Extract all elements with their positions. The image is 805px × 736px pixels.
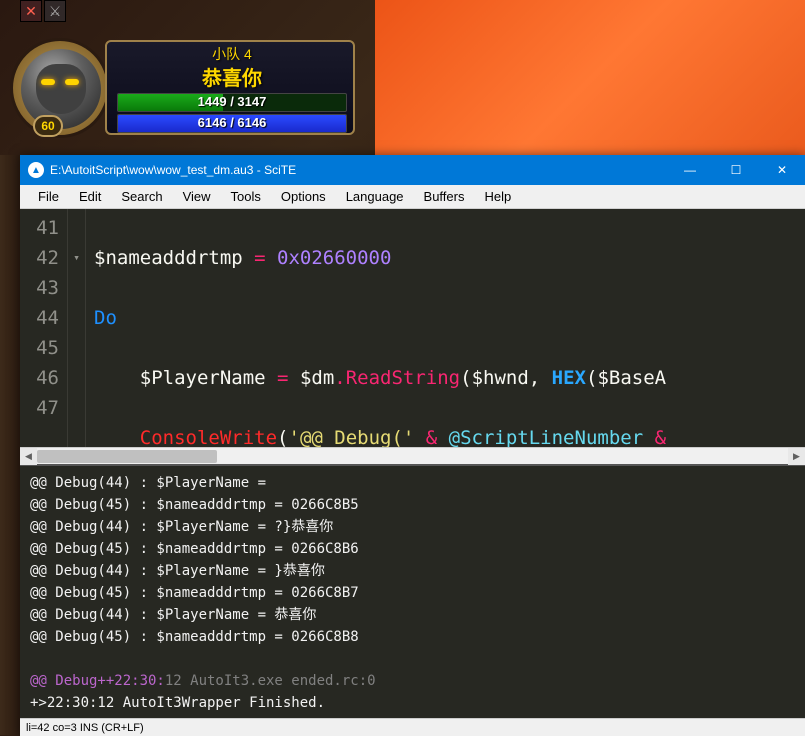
player-name: 恭喜你: [117, 62, 347, 91]
titlebar-text: E:\AutoitScript\wow\wow_test_dm.au3 - Sc…: [50, 163, 667, 177]
minimize-button[interactable]: —: [667, 155, 713, 185]
scrollbar-thumb[interactable]: [37, 450, 217, 463]
code-line[interactable]: $PlayerName = $dm.ReadString($hwnd, HEX(…: [94, 363, 805, 393]
line-num: 42: [20, 243, 59, 273]
console-line: @@ Debug(45) : $nameadddrtmp = 0266C8B8: [30, 626, 795, 648]
mp-text: 6146 / 6146: [118, 115, 346, 130]
scroll-left-arrow-icon[interactable]: ◀: [20, 448, 37, 465]
maximize-button[interactable]: ☐: [713, 155, 759, 185]
scroll-right-arrow-icon[interactable]: ▶: [788, 448, 805, 465]
output-console[interactable]: @@ Debug(44) : $PlayerName = @@ Debug(45…: [20, 464, 805, 718]
app-icon: ▲: [28, 162, 44, 178]
orange-panel: [375, 0, 805, 160]
line-gutter: 41 42 43 44 45 46 47: [20, 209, 68, 447]
line-num: 44: [20, 303, 59, 333]
party-label: 小队 4: [117, 44, 347, 64]
debuff-row: ✕ ⚔: [20, 0, 66, 22]
console-line: @@ Debug(45) : $nameadddrtmp = 0266C8B5: [30, 494, 795, 516]
mp-bar: 6146 / 6146: [117, 114, 347, 133]
console-line: @@ Debug(44) : $PlayerName =: [30, 472, 795, 494]
portrait-ring: 60: [10, 38, 110, 138]
line-num: 47: [20, 393, 59, 423]
portrait[interactable]: [21, 49, 101, 129]
status-text: li=42 co=3 INS (CR+LF): [26, 722, 144, 734]
menu-options[interactable]: Options: [271, 187, 336, 206]
debuff-icon-2[interactable]: ⚔: [44, 0, 66, 22]
close-button[interactable]: ✕: [759, 155, 805, 185]
eye-glow-left: [41, 79, 55, 85]
horizontal-scrollbar[interactable]: ◀ ▶: [20, 447, 805, 464]
menubar: File Edit Search View Tools Options Lang…: [20, 185, 805, 209]
console-line: @@ Debug(44) : $PlayerName = 恭喜你: [30, 604, 795, 626]
console-line: @@ Debug(45) : $nameadddrtmp = 0266C8B7: [30, 582, 795, 604]
menu-search[interactable]: Search: [111, 187, 172, 206]
menu-tools[interactable]: Tools: [221, 187, 271, 206]
wall-texture: [0, 155, 22, 735]
fold-column[interactable]: ▾: [68, 209, 86, 447]
level-badge: 60: [33, 115, 63, 137]
console-line: +>22:30:12 AutoIt3Wrapper Finished.: [30, 692, 795, 714]
portrait-face: [36, 64, 86, 114]
line-num: 41: [20, 213, 59, 243]
console-line: @@ Debug(44) : $PlayerName = }恭喜你: [30, 560, 795, 582]
line-num: 45: [20, 333, 59, 363]
editor-area[interactable]: 41 42 43 44 45 46 47 ▾ $nameadddrtmp = 0…: [20, 209, 805, 447]
window-controls: — ☐ ✕: [667, 155, 805, 185]
console-line: @@ Debug(44) : $PlayerName = ?}恭喜你: [30, 516, 795, 538]
menu-file[interactable]: File: [28, 187, 69, 206]
code-area[interactable]: $nameadddrtmp = 0x02660000 Do $PlayerNam…: [86, 209, 805, 447]
eye-glow-right: [65, 79, 79, 85]
scite-window: ▲ E:\AutoitScript\wow\wow_test_dm.au3 - …: [20, 155, 805, 736]
menu-edit[interactable]: Edit: [69, 187, 111, 206]
debuff-icon-1[interactable]: ✕: [20, 0, 42, 22]
hp-text: 1449 / 3147: [118, 94, 346, 109]
code-line[interactable]: $nameadddrtmp = 0x02660000: [94, 243, 805, 273]
menu-buffers[interactable]: Buffers: [414, 187, 475, 206]
code-line[interactable]: ConsoleWrite('@@ Debug(' & @ScriptLineNu…: [94, 423, 805, 447]
menu-help[interactable]: Help: [474, 187, 521, 206]
line-num: 43: [20, 273, 59, 303]
menu-language[interactable]: Language: [336, 187, 414, 206]
console-blank: [30, 648, 795, 670]
unit-frame[interactable]: ✕ ⚔ 60 小队 4 恭喜你 1449 / 3147 6146 / 6146: [10, 28, 360, 133]
hp-bar: 1449 / 3147: [117, 93, 347, 112]
console-line: @@ Debug(45) : $nameadddrtmp = 0266C8B6: [30, 538, 795, 560]
console-line: @@ Debug++22:30:12 AutoIt3.exe ended.rc:…: [30, 670, 795, 692]
status-bar: li=42 co=3 INS (CR+LF): [20, 718, 805, 736]
titlebar[interactable]: ▲ E:\AutoitScript\wow\wow_test_dm.au3 - …: [20, 155, 805, 185]
code-line[interactable]: Do: [94, 303, 805, 333]
menu-view[interactable]: View: [173, 187, 221, 206]
name-plate: 小队 4 恭喜你 1449 / 3147 6146 / 6146: [105, 40, 355, 135]
line-num: 46: [20, 363, 59, 393]
